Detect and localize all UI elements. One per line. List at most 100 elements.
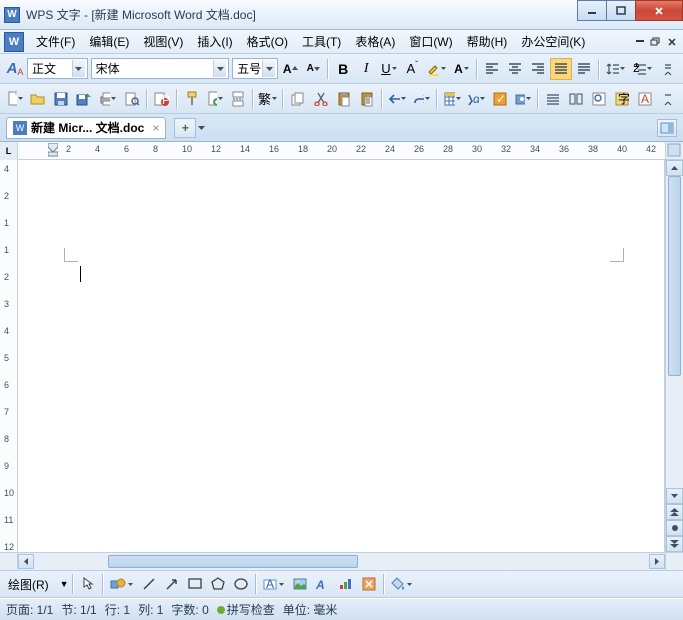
gallery-button[interactable] — [358, 573, 380, 595]
browse-object-button[interactable] — [666, 520, 683, 536]
align-justify-button[interactable] — [550, 58, 572, 80]
menu-view[interactable]: 视图(V) — [139, 31, 187, 52]
ruler-corner[interactable]: L — [0, 142, 18, 160]
paste-button[interactable] — [333, 88, 355, 110]
paste-special-button[interactable] — [356, 88, 378, 110]
new-button[interactable] — [4, 88, 26, 110]
screenshot-button[interactable] — [512, 88, 534, 110]
app-menu-icon[interactable]: W — [4, 32, 24, 52]
status-chars[interactable]: 字数: 0 — [171, 601, 208, 618]
size-combo[interactable]: 五号 — [232, 58, 278, 79]
menu-office[interactable]: 办公空间(K) — [517, 31, 589, 52]
minimize-button[interactable] — [577, 0, 607, 21]
font-combo[interactable]: 宋体 — [91, 58, 230, 79]
page-break-button[interactable] — [227, 88, 249, 110]
save-as-button[interactable] — [73, 88, 95, 110]
status-page[interactable]: 页面: 1/1 — [6, 601, 53, 618]
align-distribute-button[interactable] — [573, 58, 595, 80]
convert-pdf-button[interactable]: P — [151, 88, 173, 110]
align-center-button[interactable] — [504, 58, 526, 80]
highlight-button[interactable] — [424, 58, 450, 80]
close-button[interactable] — [635, 0, 683, 21]
menu-help[interactable]: 帮助(H) — [463, 31, 512, 52]
save-button[interactable] — [50, 88, 72, 110]
scroll-up-button[interactable] — [666, 160, 683, 176]
paragraph-button[interactable] — [542, 88, 564, 110]
status-spellcheck[interactable]: 拼写检查 — [217, 601, 275, 618]
undo-button[interactable] — [386, 88, 409, 110]
rectangle-button[interactable] — [184, 573, 206, 595]
symbol-button[interactable]: ✓ — [489, 88, 511, 110]
align-left-button[interactable] — [481, 58, 503, 80]
format-painter-button[interactable] — [181, 88, 203, 110]
mdi-minimize-button[interactable] — [633, 35, 647, 49]
italic-button[interactable]: I — [355, 58, 377, 80]
bold-button[interactable]: B — [332, 58, 354, 80]
select-object-button[interactable] — [77, 573, 99, 595]
columns-button[interactable] — [565, 88, 587, 110]
vscroll-thumb[interactable] — [668, 176, 681, 376]
cut-button[interactable] — [310, 88, 332, 110]
line-spacing-button[interactable] — [603, 58, 629, 80]
ellipse-button[interactable] — [230, 573, 252, 595]
mdi-restore-button[interactable] — [649, 35, 663, 49]
status-unit[interactable]: 单位: 毫米 — [283, 601, 338, 618]
add-tab-button[interactable]: + — [174, 118, 196, 138]
document-area[interactable] — [18, 160, 665, 552]
find-button[interactable] — [588, 88, 610, 110]
menu-edit[interactable]: 编辑(E) — [85, 31, 133, 52]
menu-window[interactable]: 窗口(W) — [405, 31, 456, 52]
shrink-font-button[interactable]: A — [302, 58, 324, 80]
menu-file[interactable]: 文件(F) — [32, 31, 79, 52]
horizontal-ruler[interactable]: 24681012141618202224262830323436384042 — [18, 142, 665, 159]
print-button[interactable] — [96, 88, 119, 110]
numbered-list-button[interactable]: 12 — [630, 58, 656, 80]
font-color-button[interactable]: A — [451, 58, 473, 80]
tab-dropdown[interactable] — [198, 126, 205, 130]
polygon-button[interactable] — [207, 573, 229, 595]
scroll-right-button[interactable] — [649, 554, 665, 569]
document-tab[interactable]: W 新建 Micr... 文档.doc × — [6, 117, 166, 139]
open-button[interactable] — [27, 88, 49, 110]
textbox-button[interactable]: A — [260, 573, 288, 595]
menu-format[interactable]: 格式(O) — [243, 31, 292, 52]
wordart-button[interactable]: A — [312, 573, 334, 595]
toolbar-overflow-button-2[interactable] — [657, 88, 679, 110]
vertical-scrollbar[interactable] — [665, 160, 683, 552]
autoshapes-button[interactable] — [107, 573, 137, 595]
print-preview-button[interactable] — [121, 88, 143, 110]
fill-color-button[interactable] — [388, 573, 416, 595]
hscroll-thumb[interactable] — [108, 555, 358, 568]
style-button[interactable]: A — [634, 88, 656, 110]
insert-image-button[interactable] — [289, 573, 311, 595]
tab-close-button[interactable]: × — [152, 121, 159, 135]
page[interactable] — [46, 160, 654, 552]
insert-object-button[interactable] — [204, 88, 226, 110]
maximize-button[interactable] — [606, 0, 636, 21]
scroll-left-button[interactable] — [18, 554, 34, 569]
chinese-convert-button[interactable]: 繁 — [257, 88, 279, 110]
vertical-ruler[interactable]: 421123456789101112 — [0, 160, 18, 552]
horizontal-scrollbar[interactable] — [18, 553, 665, 570]
style-combo[interactable]: 正文 — [27, 58, 88, 79]
redo-button[interactable] — [410, 88, 433, 110]
chart-button[interactable] — [335, 573, 357, 595]
line-button[interactable] — [138, 573, 160, 595]
underline-button[interactable]: U — [378, 58, 400, 80]
draw-menu[interactable]: 绘图(R) — [4, 574, 53, 595]
insert-table-button[interactable] — [441, 88, 463, 110]
equation-button[interactable]: α — [465, 88, 488, 110]
panel-toggle-button[interactable] — [657, 119, 677, 137]
grow-font-button[interactable]: A — [279, 58, 301, 80]
align-right-button[interactable] — [527, 58, 549, 80]
mdi-close-button[interactable] — [665, 35, 679, 49]
menu-table[interactable]: 表格(A) — [351, 31, 399, 52]
style-set-button[interactable]: AA — [4, 58, 26, 80]
char-border-button[interactable]: 字 — [611, 88, 633, 110]
scroll-down-button[interactable] — [666, 488, 683, 504]
next-page-button[interactable] — [666, 536, 683, 552]
menu-tools[interactable]: 工具(T) — [298, 31, 345, 52]
font-grow-icon[interactable]: Aˇ — [401, 58, 423, 80]
indent-marker-icon[interactable] — [48, 143, 58, 157]
prev-page-button[interactable] — [666, 504, 683, 520]
